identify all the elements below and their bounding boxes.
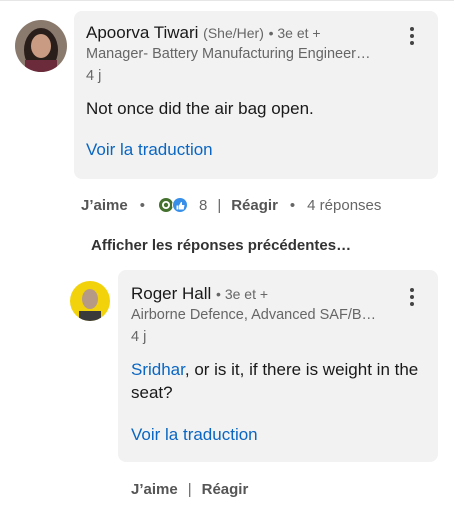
separator-dot: • [139,196,145,214]
celebrate-reaction-icon [157,197,174,213]
separator-bar: | [217,196,222,214]
more-options-icon[interactable] [410,288,416,309]
replies-count[interactable]: 4 réponses [307,197,381,214]
reply-author-name[interactable]: Roger Hall [131,284,211,303]
comment-author-line: Apoorva Tiwari (She/Her) • 3e et + [86,23,321,43]
avatar-apoorva[interactable] [15,20,67,72]
mention-link[interactable]: Sridhar [131,360,185,379]
avatar-roger[interactable] [70,281,110,321]
reaction-count[interactable]: 8 [199,197,207,214]
author-pronouns: (She/Her) [203,25,264,41]
connection-degree: • 3e et + [268,25,321,41]
top-divider [0,0,454,1]
comment-time: 4 j [86,68,102,84]
reply-time: 4 j [131,329,147,345]
comment-actions: J’aime • 8 | Réagir • 4 réponses [81,196,381,214]
like-reaction-icon [171,197,188,213]
reply-connection-degree: • 3e et + [216,286,269,302]
show-previous-replies[interactable]: Afficher les réponses précédentes… [91,237,351,254]
reply-author-headline: Airborne Defence, Advanced SAF/B… [131,307,377,323]
reply-like-button[interactable]: J’aime [131,481,178,498]
reply-translate-link[interactable]: Voir la traduction [131,425,258,445]
reply-author-line: Roger Hall • 3e et + [131,284,268,304]
comment-text: Not once did the air bag open. [86,99,314,118]
separator-dot: • [289,196,296,214]
translate-link[interactable]: Voir la traduction [86,140,213,160]
reaction-icons[interactable] [157,196,193,214]
reply-actions: J’aime | Réagir [131,481,248,498]
more-options-icon[interactable] [410,27,416,48]
author-headline: Manager- Battery Manufacturing Engineer… [86,46,371,62]
react-button[interactable]: Réagir [231,197,278,214]
author-name[interactable]: Apoorva Tiwari [86,23,198,42]
separator-bar: | [187,481,192,498]
like-button[interactable]: J’aime [81,197,128,214]
reply-react-button[interactable]: Réagir [202,481,249,498]
reply-text: Sridhar, or is it, if there is weight in… [131,358,421,404]
